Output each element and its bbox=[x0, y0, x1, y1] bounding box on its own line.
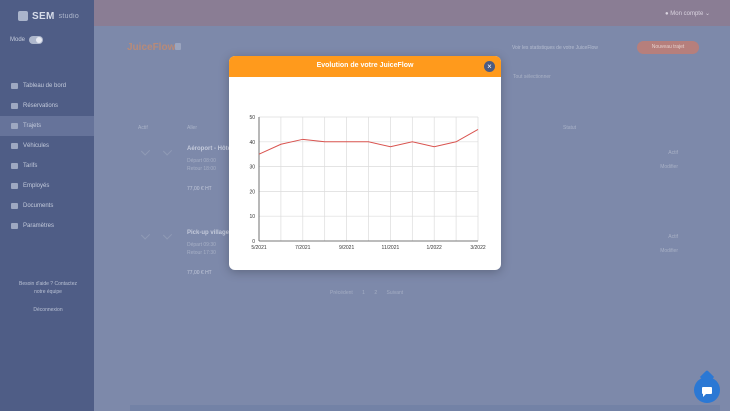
account-label: Mon compte bbox=[670, 11, 704, 17]
row-detail: Retour 18:00 bbox=[187, 166, 216, 172]
sidebar-item-label: Tableau de bord bbox=[23, 83, 67, 89]
calendar-icon bbox=[11, 103, 18, 109]
new-trip-button[interactable]: Nouveau trajet bbox=[637, 41, 699, 54]
chevron-down-icon: ⌄ bbox=[704, 11, 710, 17]
y-tick-label: 30 bbox=[249, 165, 255, 171]
row-title: Aéroport - Hôtel bbox=[187, 146, 233, 152]
y-tick-label: 10 bbox=[249, 214, 255, 220]
logo-subtext: studio bbox=[58, 12, 80, 20]
help-icon[interactable] bbox=[175, 43, 181, 50]
mode-toggle-row: Mode bbox=[10, 36, 44, 44]
sidebar-item-documents[interactable]: Documents bbox=[0, 196, 94, 216]
sidebar-nav: Tableau de bord Réservations Trajets Véh… bbox=[0, 76, 94, 236]
sidebar-item-employes[interactable]: Employés bbox=[0, 176, 94, 196]
document-icon bbox=[11, 203, 18, 209]
close-button[interactable]: × bbox=[484, 61, 495, 72]
column-header: Actif bbox=[138, 125, 148, 131]
route-icon bbox=[11, 123, 18, 129]
y-tick-label: 20 bbox=[249, 189, 255, 195]
mode-toggle[interactable] bbox=[29, 36, 44, 44]
sidebar-item-tarifs[interactable]: Tarifs bbox=[0, 156, 94, 176]
chat-icon bbox=[702, 387, 712, 397]
x-tick-label: 5/2021 bbox=[251, 245, 267, 251]
x-tick-label: 11/2021 bbox=[382, 245, 400, 251]
help-text: Besoin d'aide ? Contactez bbox=[19, 281, 77, 287]
mode-toggle-label: Mode bbox=[10, 37, 26, 43]
footer-band bbox=[130, 405, 720, 411]
sidebar-item-label: Véhicules bbox=[23, 143, 50, 149]
row-edit-link[interactable]: Modifier bbox=[660, 164, 678, 170]
sidebar-item-reservations[interactable]: Réservations bbox=[0, 96, 94, 116]
sidebar-item-label: Documents bbox=[23, 203, 54, 209]
sidebar-item-label: Tarifs bbox=[23, 163, 38, 169]
sidebar-item-dashboard[interactable]: Tableau de bord bbox=[0, 76, 94, 96]
select-all-link[interactable]: Tout sélectionner bbox=[513, 74, 551, 80]
logo-icon bbox=[18, 11, 28, 21]
app-logo[interactable]: SEM studio bbox=[18, 8, 79, 24]
row-price: 77,00 € HT bbox=[187, 270, 212, 276]
sidebar-item-parametres[interactable]: Paramètres bbox=[0, 216, 94, 236]
chart-area: 0 10 20 30 40 50 5/2021 7/2021 9/2021 11/2021 1/20… bbox=[229, 77, 501, 270]
check-icon bbox=[140, 146, 151, 156]
check-icon bbox=[140, 230, 151, 240]
dashboard-icon bbox=[11, 83, 18, 89]
row-detail: Départ 09:30 bbox=[187, 242, 216, 248]
x-tick-label: 1/2022 bbox=[427, 245, 443, 251]
column-header: Statut bbox=[563, 125, 577, 131]
top-bar: ● Mon compte ⌄ bbox=[94, 0, 730, 26]
sidebar-item-trajets[interactable]: Trajets bbox=[0, 116, 94, 136]
sidebar-item-label: Réservations bbox=[23, 103, 59, 109]
row-detail: Retour 17:30 bbox=[187, 250, 216, 256]
euro-icon bbox=[11, 163, 18, 169]
account-menu[interactable]: ● Mon compte ⌄ bbox=[665, 10, 710, 17]
sidebar-item-label: Paramètres bbox=[23, 223, 55, 229]
sidebar-footer: Besoin d'aide ? Contactez notre équipe D… bbox=[8, 280, 88, 314]
y-tick-label: 40 bbox=[249, 140, 255, 146]
modal-header: Evolution de votre JuiceFlow × bbox=[229, 56, 501, 77]
row-status: Actif bbox=[668, 234, 678, 240]
pagination[interactable]: Précédent 1 2 Suivant bbox=[330, 290, 403, 296]
stats-link[interactable]: Voir les statistiques de votre JuiceFlow bbox=[512, 45, 598, 51]
row-title: Pick-up village bbox=[187, 230, 230, 236]
close-icon: × bbox=[487, 62, 492, 71]
sidebar-item-label: Trajets bbox=[23, 123, 42, 129]
modal-title: Evolution de votre JuiceFlow bbox=[316, 62, 414, 69]
users-icon bbox=[11, 183, 18, 189]
logo-text: SEM bbox=[32, 10, 55, 22]
settings-icon bbox=[11, 223, 18, 229]
x-tick-label: 7/2021 bbox=[295, 245, 311, 251]
y-tick-label: 50 bbox=[249, 115, 255, 121]
logout-link[interactable]: Déconnexion bbox=[8, 306, 88, 314]
check-icon bbox=[162, 230, 173, 240]
x-tick-label: 3/2022 bbox=[470, 245, 486, 251]
sidebar-item-label: Employés bbox=[23, 183, 50, 189]
row-price: 77,00 € HT bbox=[187, 186, 212, 192]
check-icon bbox=[162, 146, 173, 156]
row-edit-link[interactable]: Modifier bbox=[660, 248, 678, 254]
help-link[interactable]: notre équipe bbox=[8, 288, 88, 296]
column-header: Aller bbox=[187, 125, 198, 131]
line-chart: 010203040505/2021 7/2021 9/2021 11/2021 1/20… bbox=[249, 115, 486, 251]
row-status: Actif bbox=[668, 150, 678, 156]
row-detail: Départ 08:00 bbox=[187, 158, 216, 164]
sidebar-item-vehicules[interactable]: Véhicules bbox=[0, 136, 94, 156]
chart-modal: Evolution de votre JuiceFlow × 0 10 20 30 40… bbox=[229, 56, 501, 270]
chat-button[interactable] bbox=[694, 377, 720, 403]
x-tick-label: 9/2021 bbox=[339, 245, 355, 251]
user-icon: ● bbox=[664, 11, 669, 17]
car-icon bbox=[11, 143, 18, 149]
sidebar: SEM studio Mode Tableau de bord Réservat… bbox=[0, 0, 94, 411]
page-title: JuiceFlow bbox=[127, 42, 176, 53]
